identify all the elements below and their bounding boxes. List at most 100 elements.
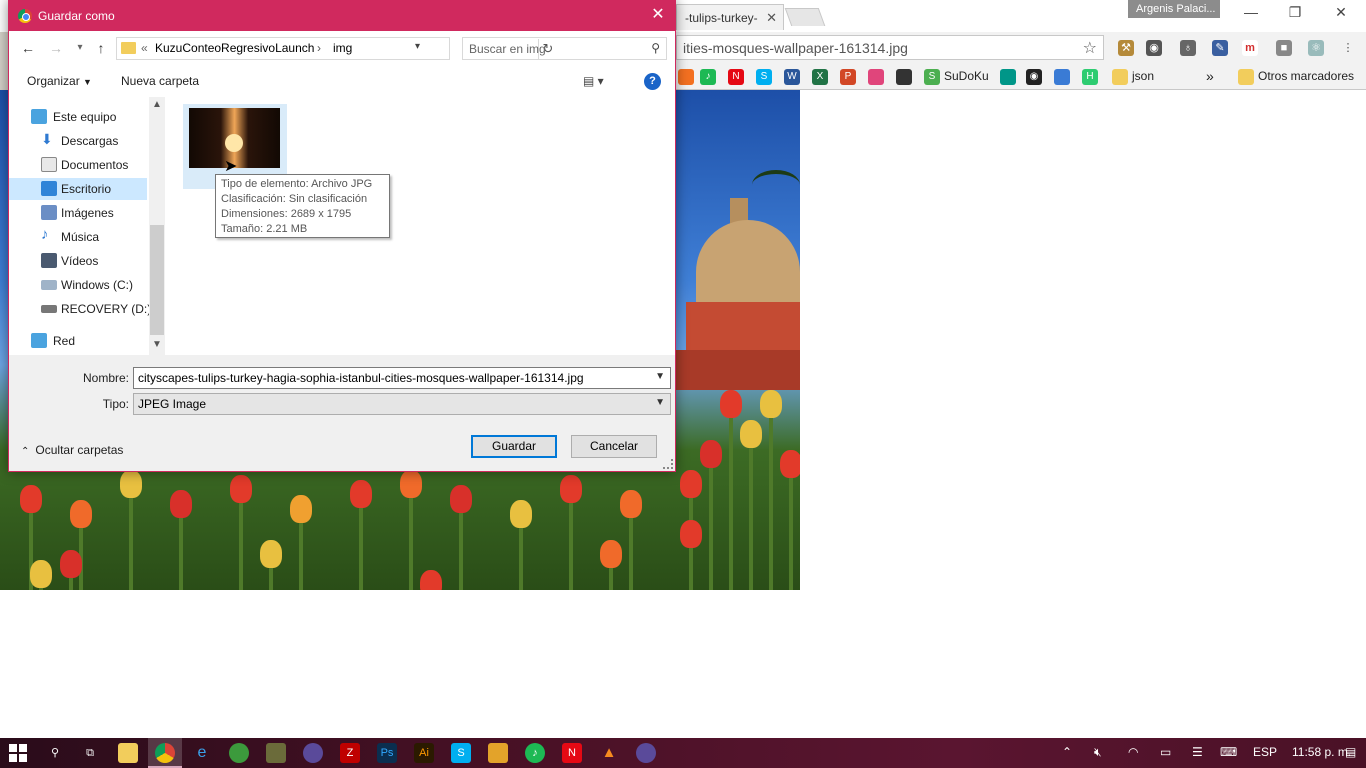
cancel-button[interactable]: Cancelar bbox=[571, 435, 657, 458]
nav-item-este-equipo[interactable]: Este equipo bbox=[9, 106, 147, 128]
search-icon[interactable]: ⚲ bbox=[651, 41, 660, 55]
bookmark-pink-icon[interactable] bbox=[868, 68, 884, 85]
breadcrumb-item[interactable]: KuzuConteoRegresivoLaunch bbox=[155, 41, 314, 55]
menu-icon[interactable]: ⋮ bbox=[1340, 40, 1356, 56]
nav-item-musica[interactable]: ♪ Música bbox=[9, 226, 147, 248]
clock[interactable]: 11:58 p. m. bbox=[1292, 745, 1351, 759]
skype-icon[interactable]: S bbox=[451, 743, 471, 763]
nav-scrollbar[interactable]: ▲ ▼ bbox=[149, 97, 165, 355]
extension-box-icon[interactable]: ■ bbox=[1276, 40, 1292, 56]
extension-hammer-icon[interactable]: ⚒ bbox=[1118, 40, 1134, 56]
dialog-close-icon[interactable]: ✕ bbox=[647, 5, 669, 25]
windows-start-icon[interactable] bbox=[8, 743, 28, 763]
file-explorer-icon[interactable] bbox=[118, 743, 138, 763]
back-arrow-icon[interactable]: ← bbox=[19, 39, 37, 57]
address-bar[interactable]: ities-mosques-wallpaper-161314.jpg ☆ bbox=[676, 35, 1104, 60]
forward-arrow-icon[interactable]: → bbox=[47, 39, 65, 57]
bookmark-dark-icon[interactable] bbox=[896, 68, 912, 85]
keyboard-icon[interactable]: ⌨ bbox=[1220, 745, 1237, 759]
spotify-icon[interactable]: ♪ bbox=[700, 68, 716, 85]
scroll-thumb[interactable] bbox=[150, 225, 164, 335]
extension-bulb-icon[interactable]: ♁ bbox=[1180, 40, 1196, 56]
profile-badge[interactable]: Argenis Palaci... bbox=[1128, 0, 1220, 18]
volume-muted-icon[interactable]: 🔇︎ bbox=[1094, 745, 1102, 760]
app-icon[interactable] bbox=[636, 743, 656, 763]
bookmark-json[interactable]: json bbox=[1112, 68, 1154, 85]
more-bookmarks-button[interactable]: » bbox=[1206, 68, 1214, 84]
resize-grip[interactable] bbox=[663, 459, 673, 469]
bookmark-sudoku[interactable]: S SuDoKu bbox=[924, 68, 989, 85]
action-center-icon[interactable]: ▤ bbox=[1345, 745, 1356, 759]
filetype-select[interactable]: JPEG Image ▼ bbox=[133, 393, 671, 415]
help-icon[interactable]: ? bbox=[644, 73, 661, 90]
edge-icon[interactable]: e bbox=[192, 743, 212, 763]
skype-icon[interactable]: S bbox=[756, 68, 772, 85]
bookmark-star-icon[interactable]: ☆ bbox=[1083, 38, 1097, 58]
nav-item-documentos[interactable]: Documentos bbox=[9, 154, 147, 176]
spotify-icon[interactable]: ♪ bbox=[525, 743, 545, 763]
nav-item-escritorio[interactable]: Escritorio bbox=[9, 178, 147, 200]
extension-m-icon[interactable]: m bbox=[1242, 40, 1258, 56]
nav-item-windows-c[interactable]: Windows (C:) bbox=[9, 274, 147, 296]
browser-tab[interactable]: -tulips-turkey- ✕ bbox=[676, 4, 784, 30]
search-input[interactable] bbox=[469, 41, 639, 56]
word-icon[interactable]: W bbox=[784, 68, 800, 85]
battery-icon[interactable]: ▭ bbox=[1160, 745, 1171, 759]
organize-button[interactable]: Organizar ▼ bbox=[27, 74, 92, 88]
tray-chevron-up-icon[interactable]: ⌃ bbox=[1062, 745, 1072, 759]
restore-icon[interactable]: ❐ bbox=[1280, 4, 1310, 21]
search-icon[interactable]: ⚲ bbox=[45, 743, 65, 763]
up-arrow-icon[interactable]: ↑ bbox=[92, 39, 110, 57]
powerpoint-icon[interactable]: P bbox=[840, 68, 856, 85]
notes-icon[interactable]: ☰ bbox=[1192, 745, 1203, 759]
nav-item-red[interactable]: Red bbox=[9, 330, 147, 352]
chevron-right-icon[interactable]: › bbox=[317, 41, 321, 55]
breadcrumb-item[interactable]: img bbox=[333, 41, 352, 55]
breadcrumb[interactable]: « KuzuConteoRegresivoLaunch › img ▾ ↻ bbox=[116, 37, 553, 60]
filename-input[interactable] bbox=[138, 370, 648, 386]
wifi-icon[interactable]: ◠ bbox=[1128, 745, 1138, 759]
vlc-icon[interactable]: ▲ bbox=[599, 743, 619, 763]
bookmark-h-icon[interactable]: H bbox=[1082, 68, 1098, 85]
save-button[interactable]: Guardar bbox=[471, 435, 557, 458]
chevron-down-icon[interactable]: ▾ bbox=[415, 41, 420, 52]
new-folder-button[interactable]: Nueva carpeta bbox=[121, 74, 199, 88]
globe-icon[interactable] bbox=[229, 743, 249, 763]
chrome-icon[interactable] bbox=[155, 743, 175, 763]
filename-field[interactable]: ▼ bbox=[133, 367, 671, 389]
photoshop-icon[interactable]: Ps bbox=[377, 743, 397, 763]
other-bookmarks[interactable]: Otros marcadores bbox=[1238, 68, 1354, 85]
chevron-down-icon[interactable]: ▼ bbox=[655, 371, 665, 382]
netflix-icon[interactable]: N bbox=[728, 68, 744, 85]
task-view-icon[interactable]: ⧉ bbox=[80, 743, 100, 763]
excel-icon[interactable]: X bbox=[812, 68, 828, 85]
window-close-icon[interactable]: ✕ bbox=[1326, 4, 1356, 21]
tab-close-icon[interactable]: ✕ bbox=[766, 10, 777, 26]
extension-eyedropper-icon[interactable]: ✎ bbox=[1212, 40, 1228, 56]
illustrator-icon[interactable]: Ai bbox=[414, 743, 434, 763]
nav-item-recovery-d[interactable]: RECOVERY (D:) bbox=[9, 298, 151, 320]
search-box[interactable]: ⚲ bbox=[462, 37, 667, 60]
filezilla-icon[interactable]: Z bbox=[340, 743, 360, 763]
netflix-icon[interactable]: N bbox=[562, 743, 582, 763]
bookmark-blue-icon[interactable] bbox=[1054, 68, 1070, 85]
minimize-icon[interactable]: — bbox=[1236, 4, 1266, 20]
breadcrumb-overflow[interactable]: « bbox=[141, 41, 148, 55]
recent-locations-icon[interactable]: ▾ bbox=[71, 39, 89, 57]
nav-item-descargas[interactable]: ⬇ Descargas bbox=[9, 130, 147, 152]
bookmark-orange-icon[interactable] bbox=[678, 68, 694, 85]
new-tab-button[interactable] bbox=[784, 8, 826, 26]
bookmark-teal-icon[interactable] bbox=[1000, 68, 1016, 85]
nav-item-videos[interactable]: Vídeos bbox=[9, 250, 147, 272]
scroll-down-icon[interactable]: ▼ bbox=[149, 339, 165, 355]
language-indicator[interactable]: ESP bbox=[1253, 745, 1277, 759]
bookmark-camera-icon[interactable]: ◉ bbox=[1026, 68, 1042, 85]
extension-react-icon[interactable]: ⚛ bbox=[1308, 40, 1324, 56]
app-icon[interactable] bbox=[266, 743, 286, 763]
app-icon[interactable] bbox=[488, 743, 508, 763]
nav-item-imagenes[interactable]: Imágenes bbox=[9, 202, 147, 224]
app-icon[interactable] bbox=[303, 743, 323, 763]
extension-camera-icon[interactable]: ◉ bbox=[1146, 40, 1162, 56]
view-options-icon[interactable]: ▤ ▾ bbox=[583, 74, 604, 88]
hide-folders-button[interactable]: ⌃ Ocultar carpetas bbox=[21, 443, 123, 457]
